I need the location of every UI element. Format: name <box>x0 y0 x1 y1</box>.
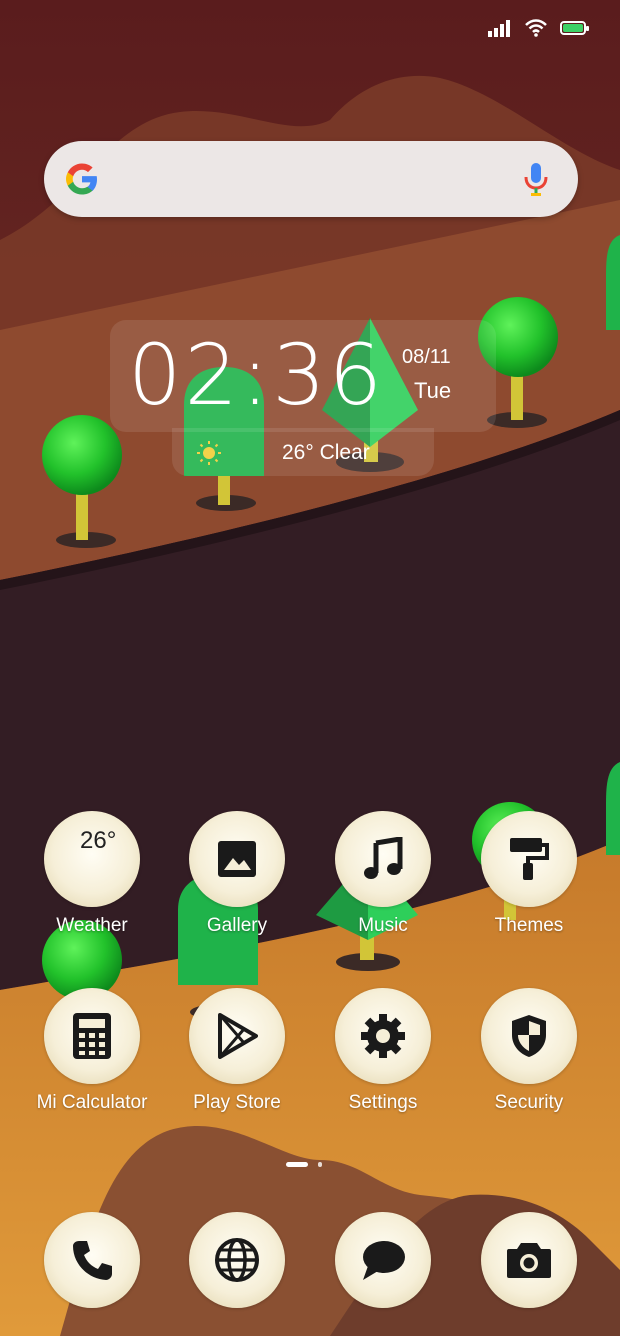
music-note-icon[interactable] <box>335 811 431 907</box>
calculator-icon[interactable] <box>44 988 140 1084</box>
clock-time: 02:36 <box>128 326 386 424</box>
battery-icon <box>560 21 589 35</box>
gallery-glyph <box>218 841 256 877</box>
app-security[interactable]: Security <box>459 988 599 1114</box>
clock-day: Tue <box>414 378 452 403</box>
shield-icon[interactable] <box>481 988 577 1084</box>
page-dot-active <box>286 1162 308 1167</box>
app-play-store[interactable]: Play Store <box>167 988 307 1114</box>
camera-icon[interactable] <box>481 1212 577 1308</box>
app-themes[interactable]: Themes <box>459 811 599 937</box>
battery-level <box>563 24 583 32</box>
app-label-settings: Settings <box>348 1092 418 1113</box>
dock-phone[interactable] <box>22 1212 162 1308</box>
play-store-glyph <box>218 1013 258 1059</box>
phone-glyph <box>73 1241 112 1280</box>
roller-glyph <box>510 838 549 880</box>
chat-bubble-icon[interactable] <box>335 1212 431 1308</box>
app-label-themes: Themes <box>494 915 564 936</box>
dock-browser[interactable] <box>167 1212 307 1308</box>
page-dot <box>318 1162 322 1167</box>
weather-icon-temp: 26° <box>80 827 117 854</box>
dock-messages[interactable] <box>313 1212 453 1308</box>
shield-glyph <box>512 1015 546 1057</box>
weather-icon[interactable]: 26° <box>44 811 140 907</box>
chat-glyph <box>363 1241 405 1280</box>
app-label-mi-calculator: Mi Calculator <box>36 1092 148 1113</box>
globe-glyph <box>215 1238 259 1282</box>
app-mi-calculator[interactable]: Mi Calculator <box>22 988 162 1114</box>
paint-roller-icon[interactable] <box>481 811 577 907</box>
app-label-security: Security <box>494 1092 564 1113</box>
calculator-glyph <box>73 1013 111 1059</box>
app-label-gallery: Gallery <box>206 915 268 936</box>
wifi-icon <box>525 19 547 37</box>
play-store-icon[interactable] <box>189 988 285 1084</box>
page-indicator <box>286 1162 322 1167</box>
mic-icon[interactable] <box>522 161 550 197</box>
app-weather[interactable]: 26° Weather <box>22 811 162 937</box>
gear-icon[interactable] <box>335 988 431 1084</box>
app-settings[interactable]: Settings <box>313 988 453 1114</box>
sun-icon <box>197 441 221 465</box>
app-label-music: Music <box>358 915 408 936</box>
globe-icon[interactable] <box>189 1212 285 1308</box>
gallery-icon[interactable] <box>189 811 285 907</box>
clock-date: 08/11 <box>402 346 451 368</box>
signal-icon <box>488 20 510 37</box>
app-gallery[interactable]: Gallery <box>167 811 307 937</box>
phone-icon[interactable] <box>44 1212 140 1308</box>
app-music[interactable]: Music <box>313 811 453 937</box>
camera-glyph <box>507 1243 551 1278</box>
weather-summary: 26° Clear <box>282 441 370 464</box>
app-label-play-store: Play Store <box>193 1092 281 1113</box>
music-glyph <box>364 837 403 879</box>
app-label-weather: Weather <box>56 915 128 936</box>
status-bar <box>488 14 589 42</box>
google-g-logo <box>66 163 97 195</box>
dock-camera[interactable] <box>459 1212 599 1308</box>
gear-glyph <box>361 1014 405 1058</box>
clock-weather: 26° Clear <box>196 440 370 466</box>
google-search-bar[interactable] <box>44 141 578 217</box>
